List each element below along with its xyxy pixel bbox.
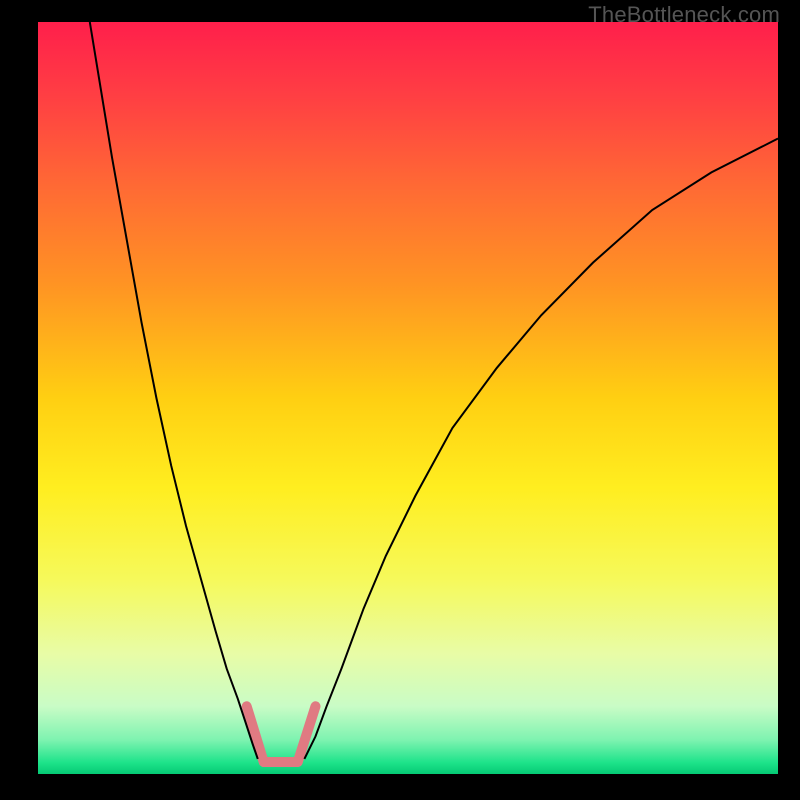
- chart-frame: TheBottleneck.com: [0, 0, 800, 800]
- bottleneck-chart: [38, 22, 778, 774]
- plot-background: [38, 22, 778, 774]
